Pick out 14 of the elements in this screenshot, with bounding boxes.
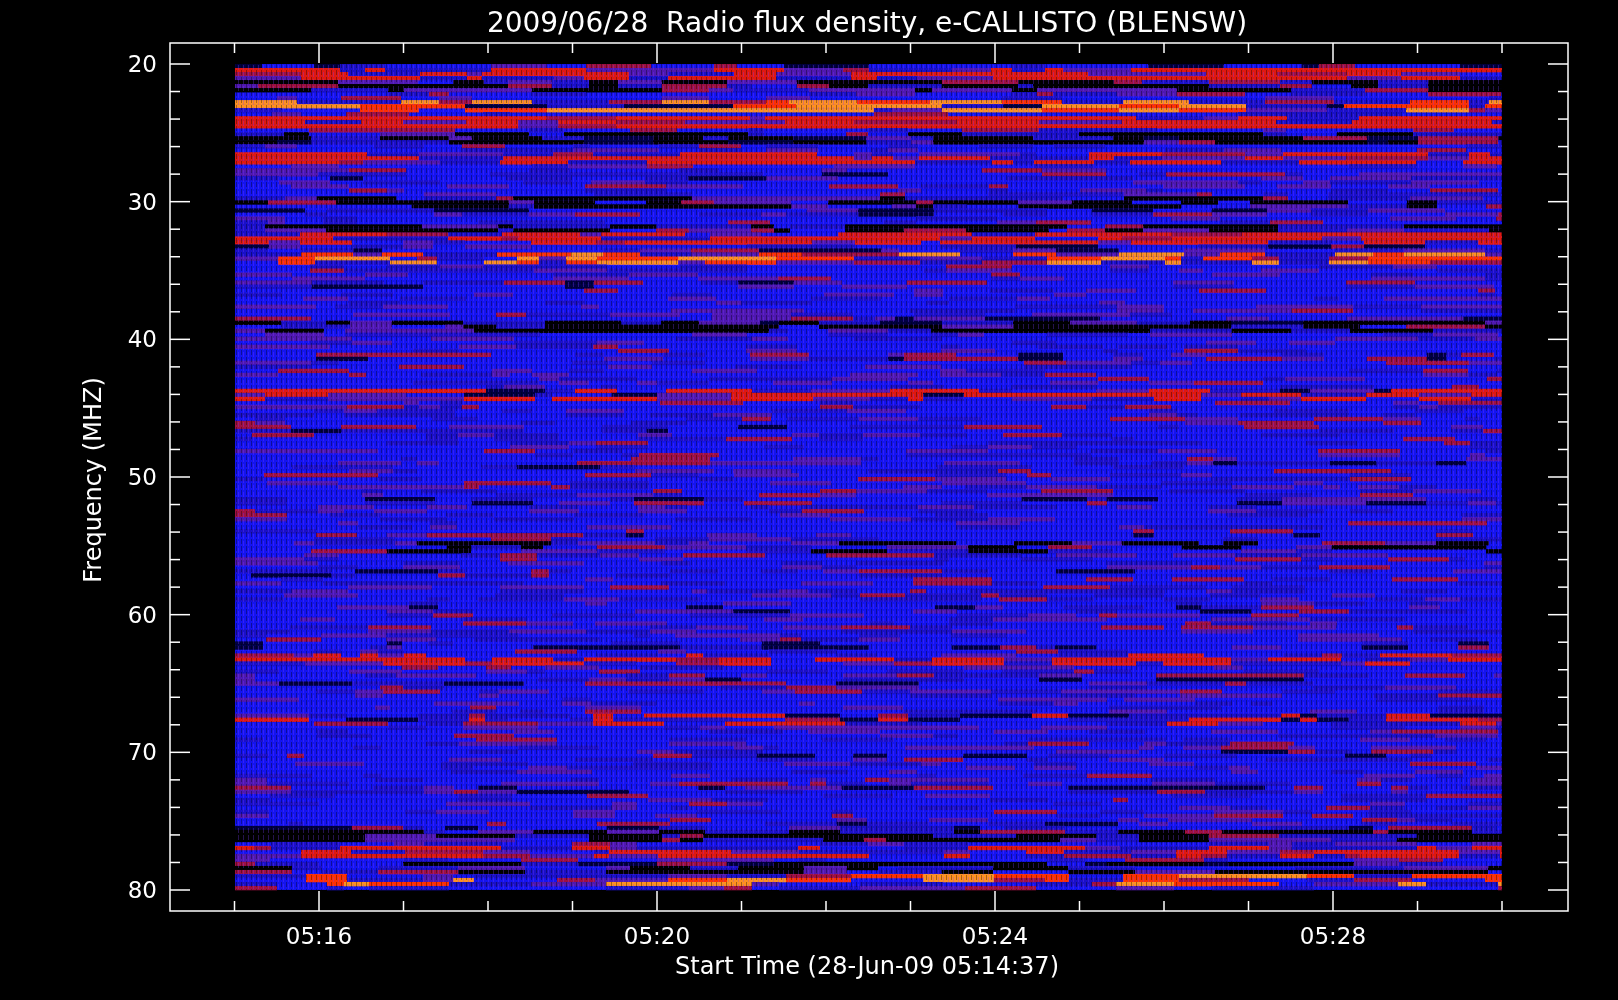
y-axis-label: Frequency (MHZ) (79, 377, 107, 583)
y-tick-label: 40 (127, 326, 157, 353)
x-tick-label: 05:16 (285, 923, 353, 949)
x-tick-label: 05:28 (1299, 923, 1367, 949)
y-tick-label: 80 (127, 877, 157, 903)
y-tick-label: 70 (127, 739, 157, 766)
x-tick-label: 05:20 (623, 923, 691, 949)
y-tick-label: 50 (127, 464, 157, 490)
y-tick-label: 60 (127, 601, 157, 628)
x-axis-label: Start Time (28-Jun-09 05:14:37) (675, 952, 1059, 980)
y-tick-label: 20 (127, 51, 157, 77)
x-tick-label: 05:24 (961, 923, 1029, 949)
y-tick-label: 30 (127, 188, 157, 215)
chart-title: 2009/06/28 Radio flux density, e-CALLISTO (BLENSW) (486, 6, 1248, 39)
